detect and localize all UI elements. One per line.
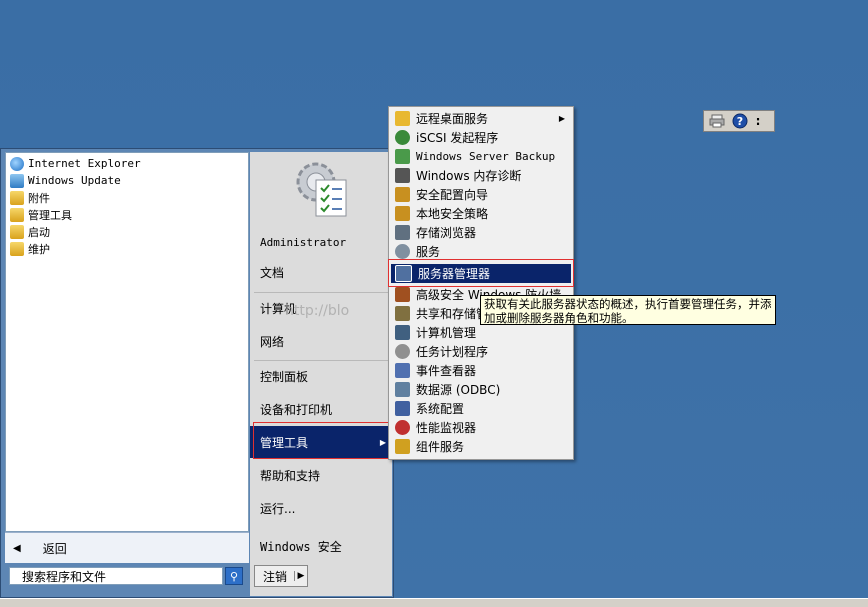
- printer-icon[interactable]: [707, 112, 727, 130]
- help-glyph: ?: [737, 115, 743, 128]
- folder-icon: [10, 207, 24, 222]
- submenu-item[interactable]: Windows 内存诊断: [391, 166, 571, 185]
- search-icon[interactable]: ⚲: [225, 567, 243, 585]
- menu-run[interactable]: 运行...: [250, 492, 392, 524]
- highlight-box: [253, 422, 389, 459]
- menu-documents[interactable]: 文档: [250, 256, 392, 288]
- list-item-label: Internet Explorer: [28, 157, 141, 170]
- iscsi-icon: [395, 130, 410, 145]
- list-item-label: Windows Update: [28, 174, 121, 187]
- system-config-icon: [395, 401, 410, 416]
- security-policy-icon: [395, 206, 410, 221]
- security-wizard-icon: [395, 187, 410, 202]
- submenu-item[interactable]: iSCSI 发起程序: [391, 128, 571, 147]
- submenu-item[interactable]: 本地安全策略: [391, 204, 571, 223]
- start-menu: Internet Explorer Windows Update 附件 管理工具…: [0, 148, 394, 598]
- backup-icon: [395, 149, 410, 164]
- logoff-label: 注销: [263, 569, 288, 584]
- back-arrow-icon: ◀: [13, 542, 21, 554]
- windows-update-icon: [10, 173, 24, 188]
- search-input[interactable]: 搜索程序和文件: [9, 567, 223, 585]
- odbc-icon: [395, 382, 410, 397]
- clock-icon: [395, 344, 410, 359]
- chevron-right-icon: ▶: [558, 114, 565, 123]
- mini-toolbar: ? :: [703, 110, 775, 132]
- folder-icon: [10, 224, 24, 239]
- submenu-item[interactable]: 任务计划程序: [391, 342, 571, 361]
- logoff-button[interactable]: 注销 ▶: [254, 565, 308, 587]
- programs-list: Internet Explorer Windows Update 附件 管理工具…: [5, 152, 249, 532]
- computer-management-icon: [395, 325, 410, 340]
- menu-devices-printers[interactable]: 设备和打印机: [250, 393, 392, 425]
- folder-icon: [10, 241, 24, 256]
- list-item-maintenance[interactable]: 维护: [10, 240, 50, 257]
- submenu-item[interactable]: 远程桌面服务 ▶: [391, 109, 571, 128]
- list-item-admin-tools[interactable]: 管理工具: [10, 206, 72, 223]
- help-icon[interactable]: ?: [730, 112, 750, 130]
- submenu-item[interactable]: 事件查看器: [391, 361, 571, 380]
- list-item-accessories[interactable]: 附件: [10, 189, 50, 206]
- folder-icon: [395, 111, 410, 126]
- watermark: http://blo: [285, 303, 350, 319]
- list-item-label: 启动: [28, 225, 50, 239]
- list-item-internet-explorer[interactable]: Internet Explorer: [10, 155, 141, 172]
- submenu-item[interactable]: 性能监视器: [391, 418, 571, 437]
- tooltip-line: 加或删除服务器角色和功能。: [484, 311, 634, 325]
- menu-network[interactable]: 网络: [250, 325, 392, 357]
- back-label: 返回: [42, 541, 67, 556]
- storage-icon: [395, 225, 410, 240]
- memory-icon: [395, 168, 410, 183]
- menu-windows-security[interactable]: Windows 安全: [250, 532, 342, 560]
- submenu-item[interactable]: 存储浏览器: [391, 223, 571, 242]
- chevron-right-icon[interactable]: ▶: [294, 571, 307, 581]
- highlight-box: [388, 259, 574, 287]
- internet-explorer-icon: [10, 156, 24, 171]
- firewall-icon: [395, 287, 410, 302]
- menu-control-panel[interactable]: 控制面板: [250, 360, 392, 392]
- submenu-item[interactable]: 系统配置: [391, 399, 571, 418]
- right-pane: Administrator 文档 计算机 网络 控制面板 设备和打印机 管理工具…: [250, 152, 392, 530]
- submenu-item[interactable]: 数据源 (ODBC): [391, 380, 571, 399]
- list-item-label: 附件: [28, 191, 50, 205]
- list-item-windows-update[interactable]: Windows Update: [10, 172, 121, 189]
- menu-help-support[interactable]: 帮助和支持: [250, 459, 392, 491]
- back-button[interactable]: ◀ 返回: [5, 533, 249, 563]
- submenu-item[interactable]: 组件服务: [391, 437, 571, 456]
- tooltip-line: 获取有关此服务器状态的概述，执行首要管理任务，并添: [484, 297, 772, 311]
- more-icon[interactable]: :: [753, 112, 763, 130]
- submenu-item[interactable]: 安全配置向导: [391, 185, 571, 204]
- event-viewer-icon: [395, 363, 410, 378]
- component-services-icon: [395, 439, 410, 454]
- share-storage-icon: [395, 306, 410, 321]
- list-item-label: 维护: [28, 242, 50, 256]
- performance-icon: [395, 420, 410, 435]
- folder-icon: [10, 190, 24, 205]
- list-item-startup[interactable]: 启动: [10, 223, 50, 240]
- tooltip: 获取有关此服务器状态的概述，执行首要管理任务，并添 加或删除服务器角色和功能。: [480, 295, 776, 325]
- submenu-item[interactable]: Windows Server Backup: [391, 147, 571, 166]
- submenu-item[interactable]: 计算机管理: [391, 323, 571, 342]
- list-item-label: 管理工具: [28, 208, 72, 222]
- gear-icon: [395, 244, 410, 259]
- admin-tools-icon: [296, 162, 347, 217]
- user-name[interactable]: Administrator: [250, 226, 392, 258]
